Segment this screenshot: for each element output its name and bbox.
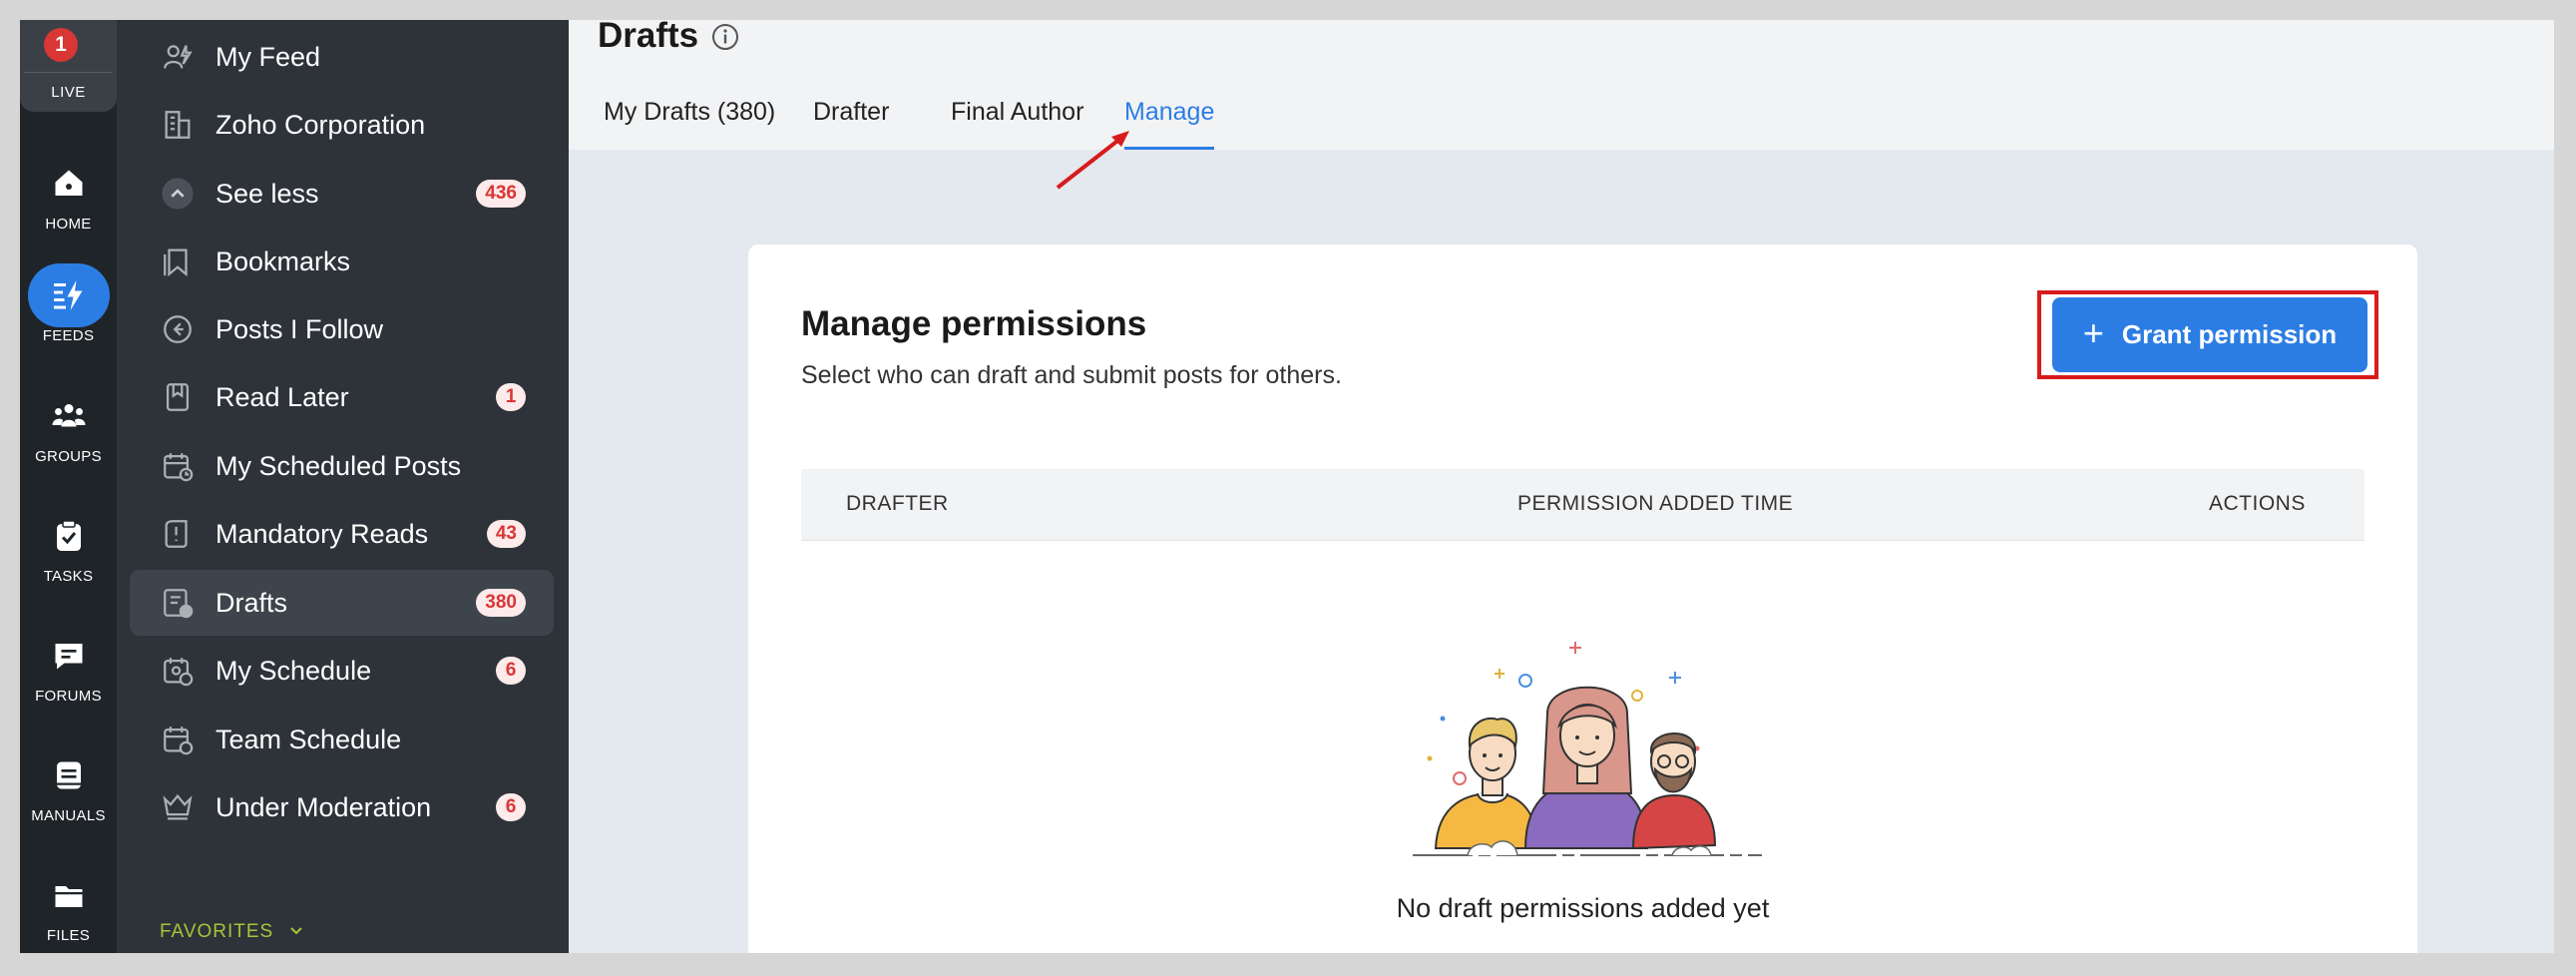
rail-label: HOME — [45, 216, 92, 233]
moderation-icon — [160, 789, 196, 825]
sidebar-item-label: Read Later — [215, 381, 349, 412]
sidebar-item-label: Zoho Corporation — [215, 109, 426, 140]
scheduled-posts-icon — [160, 448, 196, 484]
rail-item-files[interactable]: FILES — [20, 863, 117, 944]
count-badge: 6 — [496, 793, 526, 821]
feeds-sidebar: My Feed Zoho Corporation See less 436 Bo… — [117, 20, 569, 953]
sidebar-item-label: Bookmarks — [215, 245, 351, 276]
follow-icon — [160, 311, 196, 347]
sidebar-item-posts-i-follow[interactable]: Posts I Follow — [130, 296, 554, 362]
grant-permission-label: Grant permission — [2121, 319, 2338, 349]
my-schedule-icon — [160, 653, 196, 689]
page-header: Drafts My Drafts (380) Drafter Final Aut… — [569, 20, 2554, 150]
rail-item-groups[interactable]: GROUPS — [20, 384, 117, 465]
sidebar-item-bookmarks[interactable]: Bookmarks — [130, 229, 554, 294]
live-button[interactable]: 1 LIVE — [20, 20, 117, 112]
count-badge: 1 — [496, 383, 526, 411]
rail-item-manuals[interactable]: MANUALS — [20, 743, 117, 824]
rail-item-forums[interactable]: FORUMS — [20, 624, 117, 705]
rail-item-tasks[interactable]: TASKS — [20, 504, 117, 585]
rail-label: GROUPS — [35, 448, 102, 465]
sidebar-item-label: See less — [215, 178, 319, 209]
live-count-badge: 1 — [44, 28, 78, 62]
bookmark-icon — [160, 244, 196, 279]
sidebar-item-team-schedule[interactable]: Team Schedule — [130, 707, 554, 772]
table-header: DRAFTER PERMISSION ADDED TIME ACTIONS — [801, 469, 2364, 541]
favorites-toggle[interactable]: FAVORITES — [160, 921, 304, 943]
card-subtitle: Select who can draft and submit posts fo… — [801, 361, 1342, 389]
column-header-drafter: DRAFTER — [846, 492, 949, 515]
plus-icon: + — [2082, 311, 2104, 353]
sidebar-item-read-later[interactable]: Read Later 1 — [130, 364, 554, 430]
empty-state-message: No draft permissions added yet — [1396, 893, 1770, 923]
home-icon — [37, 152, 101, 216]
sidebar-item-label: Under Moderation — [215, 791, 432, 822]
feeds-icon — [27, 263, 110, 327]
tab-drafter[interactable]: Drafter — [813, 98, 889, 150]
column-header-actions: ACTIONS — [2209, 492, 2306, 515]
forums-icon — [37, 624, 101, 688]
sidebar-item-my-scheduled-posts[interactable]: My Scheduled Posts — [130, 433, 554, 499]
drafts-icon — [160, 585, 196, 621]
count-badge: 6 — [496, 657, 526, 685]
app-window: 1 LIVE HOME FEEDS GROUPS TASKS FORUMS MA… — [20, 20, 2554, 953]
team-schedule-icon — [160, 722, 196, 757]
sidebar-item-drafts[interactable]: Drafts 380 — [130, 570, 554, 636]
rail-label: TASKS — [43, 568, 94, 585]
card-title: Manage permissions — [801, 304, 1147, 343]
sidebar-item-label: My Feed — [215, 41, 321, 72]
tasks-icon — [37, 504, 101, 568]
sidebar-item-my-feed[interactable]: My Feed — [130, 24, 554, 90]
page-title: Drafts — [598, 20, 699, 55]
tab-my-drafts[interactable]: My Drafts (380) — [604, 98, 775, 150]
live-label: LIVE — [51, 84, 86, 101]
sidebar-item-my-schedule[interactable]: My Schedule 6 — [130, 638, 554, 704]
manuals-icon — [37, 743, 101, 807]
count-badge: 43 — [486, 520, 526, 548]
sidebar-item-under-moderation[interactable]: Under Moderation 6 — [130, 774, 554, 840]
files-icon — [37, 863, 101, 927]
sidebar-item-label: My Schedule — [215, 655, 372, 686]
sidebar-item-zoho-corporation[interactable]: Zoho Corporation — [130, 92, 554, 158]
sidebar-item-label: My Scheduled Posts — [215, 450, 462, 481]
count-badge: 436 — [476, 180, 526, 208]
sidebar-item-label: Team Schedule — [215, 724, 402, 754]
sidebar-item-see-less[interactable]: See less 436 — [130, 161, 554, 227]
rail-label: FILES — [46, 927, 91, 944]
mandatory-reads-icon — [160, 516, 196, 552]
chevron-up-icon — [160, 176, 196, 212]
column-header-permission-added-time: PERMISSION ADDED TIME — [1517, 492, 1794, 515]
sidebar-item-label: Mandatory Reads — [215, 518, 429, 549]
icon-rail: 1 LIVE HOME FEEDS GROUPS TASKS FORUMS MA… — [20, 20, 117, 953]
rail-item-home[interactable]: HOME — [20, 152, 117, 233]
tab-manage[interactable]: Manage — [1124, 98, 1215, 150]
annotation-arrow — [1056, 131, 1129, 190]
groups-icon — [37, 384, 101, 448]
rail-label: FORUMS — [35, 688, 102, 705]
manage-permissions-card: Manage permissions Select who can draft … — [748, 244, 2417, 953]
sidebar-item-mandatory-reads[interactable]: Mandatory Reads 43 — [130, 501, 554, 567]
my-feed-icon — [160, 39, 196, 75]
empty-state-illustration — [1413, 642, 1762, 856]
grant-permission-button[interactable]: + Grant permission — [2052, 297, 2367, 372]
favorites-label: FAVORITES — [160, 921, 274, 942]
divider — [24, 72, 113, 73]
building-icon — [160, 107, 196, 143]
rail-label: FEEDS — [42, 327, 95, 344]
rail-item-feeds[interactable]: FEEDS — [20, 263, 117, 344]
read-later-icon — [160, 379, 196, 415]
main-content: Drafts My Drafts (380) Drafter Final Aut… — [569, 20, 2554, 953]
rail-label: MANUALS — [31, 807, 106, 824]
info-icon[interactable] — [710, 22, 740, 52]
chevron-down-icon — [288, 921, 304, 943]
sidebar-item-label: Posts I Follow — [215, 313, 384, 344]
count-badge: 380 — [476, 589, 526, 617]
sidebar-item-label: Drafts — [215, 587, 288, 618]
